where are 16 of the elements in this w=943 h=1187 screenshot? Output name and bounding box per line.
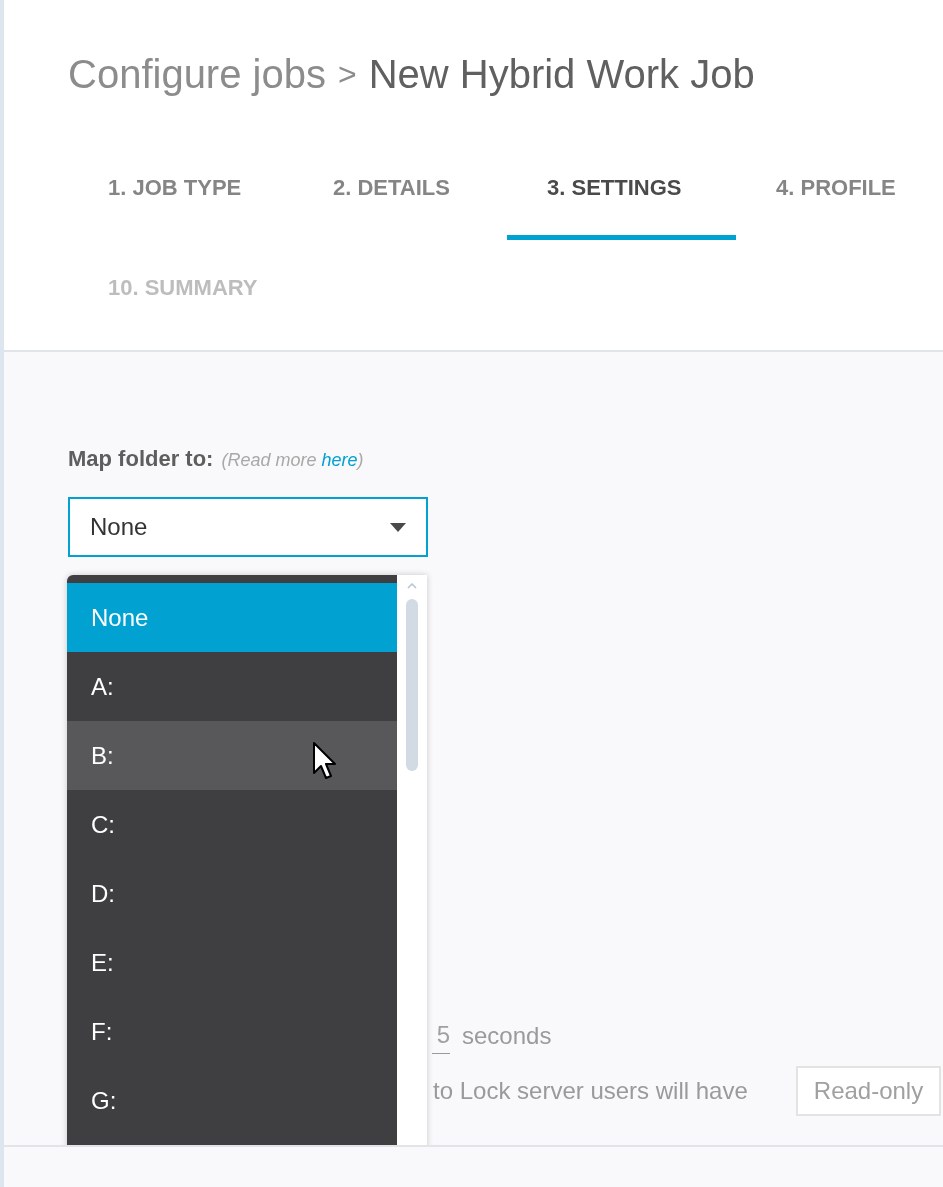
seconds-label: seconds xyxy=(462,1020,552,1051)
field-label: Map folder to: xyxy=(68,445,214,473)
drive-select[interactable]: None xyxy=(68,497,428,557)
step-tab[interactable]: 4. PROFILE xyxy=(736,140,943,240)
page-title: New Hybrid Work Job xyxy=(368,51,755,98)
breadcrumb-separator: > xyxy=(337,55,357,94)
scroll-up-icon[interactable] xyxy=(407,583,417,589)
dropdown-option[interactable]: B: xyxy=(67,721,397,790)
read-more-hint: (Read more here) xyxy=(221,449,364,472)
step-tab[interactable]: 3. SETTINGS xyxy=(507,140,736,240)
mouse-cursor-icon xyxy=(312,741,338,781)
scrollbar-thumb[interactable] xyxy=(406,599,418,771)
step-tab[interactable]: 2. DETAILS xyxy=(293,140,507,240)
access-text: to Lock server users will have xyxy=(433,1076,748,1106)
caret-down-icon xyxy=(390,522,406,532)
step-tab[interactable]: 1. JOB TYPE xyxy=(68,140,293,240)
